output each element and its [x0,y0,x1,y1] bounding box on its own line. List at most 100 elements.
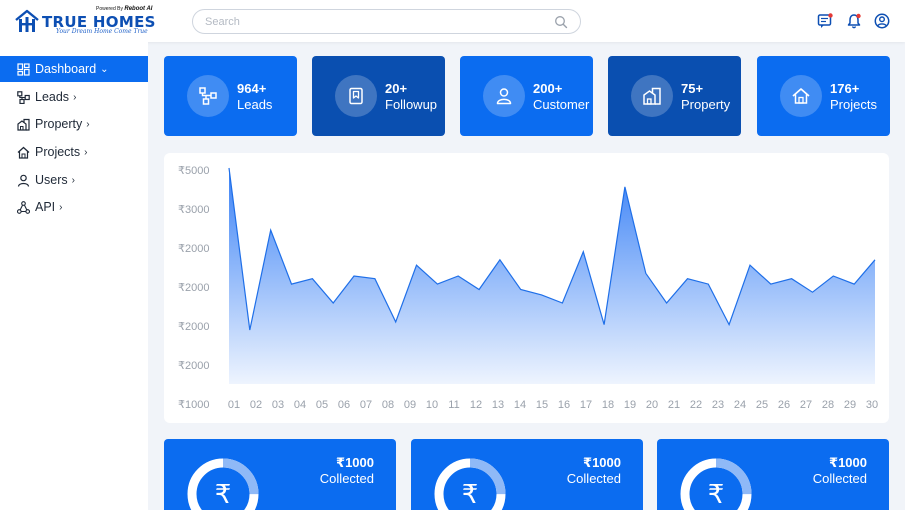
sidebar-item-api[interactable]: API › [0,194,148,220]
powered-by-text: Powered By Reboot AI [96,6,153,12]
y-tick-label: ₹1000 [178,399,209,411]
sidebar-item-label: Users [35,173,68,187]
x-tick-label: 28 [822,399,834,411]
x-tick-label: 06 [338,399,350,411]
stat-label: Projects [830,97,877,112]
x-tick-label: 05 [316,399,328,411]
x-tick-label: 03 [272,399,284,411]
y-tick-label: ₹5000 [178,165,209,177]
stat-card-customer[interactable]: 200+ Customer [460,56,593,136]
stat-icon-circle [780,75,822,117]
area-chart: ₹5000 ₹3000 ₹2000 ₹2000 ₹2000 ₹2000 ₹1000 01 02… [178,165,878,411]
x-tick-label: 15 [536,399,548,411]
collection-card[interactable]: ₹ ₹1000 Collected [657,439,889,510]
sidebar-item-property[interactable]: Property › [0,111,148,137]
x-tick-label: 01 [228,399,240,411]
stat-icon-circle [631,75,673,117]
x-tick-label: 24 [734,399,746,411]
property-icon [17,118,30,131]
leads-icon [17,90,30,104]
stat-icon-circle [187,75,229,117]
y-tick-label: ₹2000 [178,321,209,333]
x-tick-label: 13 [492,399,504,411]
x-tick-label: 19 [624,399,636,411]
sidebar-item-dashboard[interactable]: Dashboard ⌄ [0,56,148,82]
revenue-chart-card: ₹5000 ₹3000 ₹2000 ₹2000 ₹2000 ₹2000 ₹1000 01 02… [164,153,889,423]
sidebar-item-label: Property [35,117,83,131]
x-tick-label: 08 [382,399,394,411]
chevron-right-icon: › [86,118,90,130]
stat-card-leads[interactable]: 964+ Leads [164,56,297,136]
collection-gauge: ₹ [680,458,752,510]
y-tick-label: ₹2000 [178,360,209,372]
stat-card-projects[interactable]: 176+ Projects [757,56,890,136]
collection-card[interactable]: ₹ ₹1000 Collected [164,439,396,510]
chevron-right-icon: › [71,174,75,186]
sidebar-item-label: API [35,200,56,214]
chart-area [229,168,875,384]
y-tick-label: ₹2000 [178,282,209,294]
x-tick-label: 26 [778,399,790,411]
search-icon[interactable] [554,15,568,29]
messages-icon[interactable] [817,13,833,29]
sidebar-item-users[interactable]: Users › [0,167,148,193]
x-tick-label: 07 [360,399,372,411]
property-icon [643,87,661,105]
sidebar-item-label: Dashboard [35,62,97,76]
chevron-right-icon: › [73,91,77,103]
dashboard-icon [17,62,30,76]
y-tick-label: ₹3000 [178,204,209,216]
x-tick-label: 10 [426,399,438,411]
sidebar: Dashboard ⌄ Leads › Property › Projects … [0,42,148,510]
chevron-down-icon: ⌄ [100,63,109,75]
leads-icon [199,87,217,105]
projects-icon [17,146,30,159]
sidebar-item-leads[interactable]: Leads › [0,84,148,110]
rupee-icon: ₹ [215,480,232,510]
x-tick-label: 21 [668,399,680,411]
collection-amount: ₹1000 [829,455,867,470]
collection-label: Collected [566,471,621,486]
x-tick-label: 12 [470,399,482,411]
stat-label: Property [681,97,731,112]
x-tick-label: 09 [404,399,416,411]
search-input[interactable] [205,14,545,30]
x-tick-label: 02 [250,399,262,411]
api-icon [17,200,30,214]
stat-card-followup[interactable]: 20+ Followup [312,56,445,136]
x-tick-label: 16 [558,399,570,411]
chevron-right-icon: › [59,201,63,213]
y-tick-label: ₹2000 [178,243,209,255]
x-tick-label: 22 [690,399,702,411]
users-icon [17,174,30,187]
stat-card-property[interactable]: 75+ Property [608,56,741,136]
rupee-icon: ₹ [708,480,725,510]
collection-card[interactable]: ₹ ₹1000 Collected [411,439,643,510]
stat-label: Leads [237,97,273,112]
user-icon [496,88,512,105]
x-tick-label: 20 [646,399,658,411]
x-tick-label: 27 [800,399,812,411]
x-tick-label: 18 [602,399,614,411]
x-tick-label: 04 [294,399,306,411]
collection-amount: ₹1000 [336,455,374,470]
notifications-icon[interactable] [846,13,862,29]
x-tick-label: 11 [448,399,459,411]
stat-value: 75+ [681,81,704,96]
home-icon [792,88,810,104]
collection-label: Collected [319,471,374,486]
profile-icon[interactable] [874,13,890,29]
brand-logo[interactable]: Powered By Reboot AI TRUE HOMES Your Dre… [14,6,164,38]
stat-value: 964+ [237,81,267,96]
sidebar-item-projects[interactable]: Projects › [0,139,148,165]
bookmark-icon [349,87,363,105]
x-tick-label: 30 [866,399,878,411]
sidebar-item-label: Leads [35,90,70,104]
x-tick-label: 25 [756,399,768,411]
search-bar[interactable] [192,9,581,34]
true-homes-logo-icon [15,9,39,32]
stat-icon-circle [483,75,525,117]
collection-label: Collected [812,471,867,486]
stat-value: 200+ [533,81,563,96]
sidebar-item-label: Projects [35,145,81,159]
